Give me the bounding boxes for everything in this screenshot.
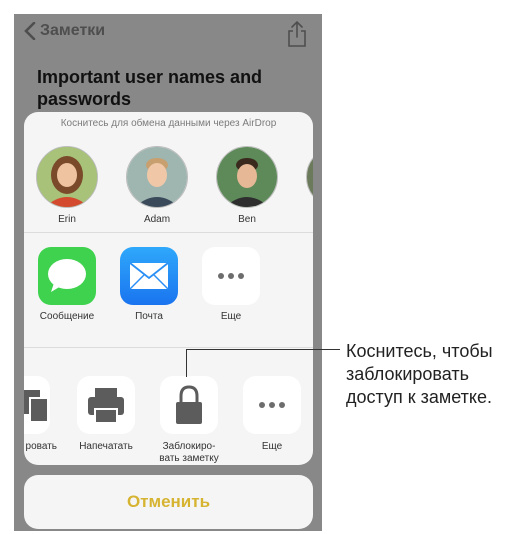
callout-line2: заблокировать: [346, 364, 470, 384]
share-sheet: Коснитесь для обмена данными через AirDr…: [24, 112, 313, 465]
airdrop-person-erin[interactable]: Erin: [32, 146, 102, 225]
app-label: Сообщение: [39, 311, 95, 322]
copy-icon: [24, 376, 50, 434]
mail-icon: [120, 247, 178, 305]
print-icon: [77, 376, 135, 434]
more-icon: [202, 247, 260, 305]
avatar: [306, 146, 313, 208]
app-label: Почта: [135, 311, 163, 322]
action-label-line2: вать заметку: [159, 453, 219, 464]
airdrop-person-partial[interactable]: [302, 146, 313, 208]
avatar: [216, 146, 278, 208]
cancel-button[interactable]: Отменить: [24, 475, 313, 529]
lock-icon: [160, 376, 218, 434]
app-label: Еще: [220, 311, 242, 322]
person-name: Erin: [58, 214, 76, 225]
action-copy[interactable]: ровать: [24, 376, 59, 453]
action-print[interactable]: Напечатать: [68, 376, 144, 453]
phone-screen: Заметки Important user names and passwor…: [14, 14, 322, 531]
callout-line3: доступ к заметке.: [346, 387, 492, 407]
callout-line-horizontal: [186, 349, 340, 350]
callout-line1: Коснитесь, чтобы: [346, 341, 493, 361]
action-more[interactable]: Еще: [234, 376, 310, 453]
avatar: [126, 146, 188, 208]
avatar: [36, 146, 98, 208]
cancel-label: Отменить: [126, 492, 211, 511]
app-messages[interactable]: Сообщение: [32, 247, 102, 323]
action-label: Напечатать: [79, 441, 133, 452]
person-name: Adam: [143, 214, 171, 225]
messages-icon: [38, 247, 96, 305]
airdrop-person-ben[interactable]: Ben: [212, 146, 282, 225]
actions-row: ровать Напечатать Заблокиро- вать заметк…: [24, 347, 313, 465]
callout-text: Коснитесь, чтобы заблокировать доступ к …: [346, 340, 516, 409]
person-name: Ben: [238, 214, 256, 225]
more-icon: [243, 376, 301, 434]
callout-line-vertical: [186, 349, 187, 377]
app-mail[interactable]: Почта: [114, 247, 184, 323]
action-label: Заблокиро- вать заметку: [151, 441, 227, 465]
apps-row: Сообщение Почта Еще: [24, 232, 313, 333]
airdrop-person-adam[interactable]: Adam: [122, 146, 192, 225]
action-label: Еще: [261, 441, 283, 452]
action-label: ровать: [25, 441, 57, 452]
action-label-line1: Заблокиро-: [162, 441, 216, 452]
airdrop-row: Erin Adam Ben: [24, 130, 313, 230]
airdrop-hint: Коснитесь для обмена данными через AirDr…: [60, 118, 277, 129]
action-lock-note[interactable]: Заблокиро- вать заметку: [151, 376, 227, 465]
app-more[interactable]: Еще: [196, 247, 266, 323]
